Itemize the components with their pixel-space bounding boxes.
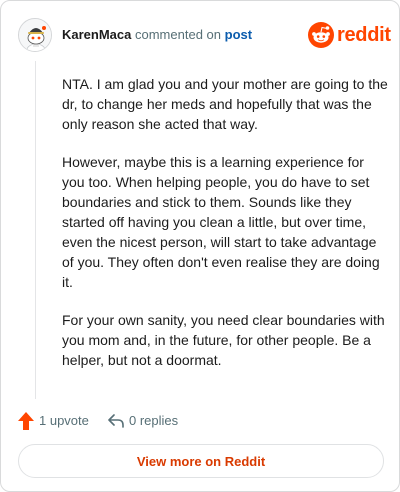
- replies-count: 0 replies: [129, 413, 179, 428]
- author-name[interactable]: KarenMaca: [62, 27, 131, 42]
- view-more-on-reddit-button[interactable]: View more on Reddit: [18, 444, 384, 478]
- thread-line: [35, 61, 36, 399]
- comment-paragraph: For your own sanity, you need clear boun…: [62, 312, 385, 368]
- user-avatar[interactable]: [18, 18, 52, 52]
- comment-paragraph: However, maybe this is a learning experi…: [62, 154, 380, 290]
- upvote-arrow-icon: [18, 412, 34, 430]
- comment-actions: 1 upvote 0 replies: [18, 411, 238, 431]
- snoo-avatar-icon: [19, 19, 51, 51]
- view-more-label: View more on Reddit: [136, 453, 266, 469]
- reddit-snoo-icon: [308, 22, 334, 48]
- reddit-logo[interactable]: reddit: [308, 22, 391, 48]
- comment-body: NTA. I am glad you and your mother are g…: [62, 74, 388, 388]
- comment-header: KarenMaca commented on post reddit: [18, 18, 391, 52]
- reddit-wordmark: reddit: [337, 24, 391, 46]
- action-text: commented on: [135, 27, 221, 42]
- embedded-comment-card: KarenMaca commented on post reddit NTA. …: [0, 0, 400, 492]
- reply-arrow-icon: [108, 414, 124, 428]
- comment-paragraph: NTA. I am glad you and your mother are g…: [62, 76, 388, 132]
- upvote-count: 1 upvote: [39, 413, 89, 428]
- post-link[interactable]: post: [225, 27, 252, 42]
- comment-meta: KarenMaca commented on post: [62, 27, 252, 43]
